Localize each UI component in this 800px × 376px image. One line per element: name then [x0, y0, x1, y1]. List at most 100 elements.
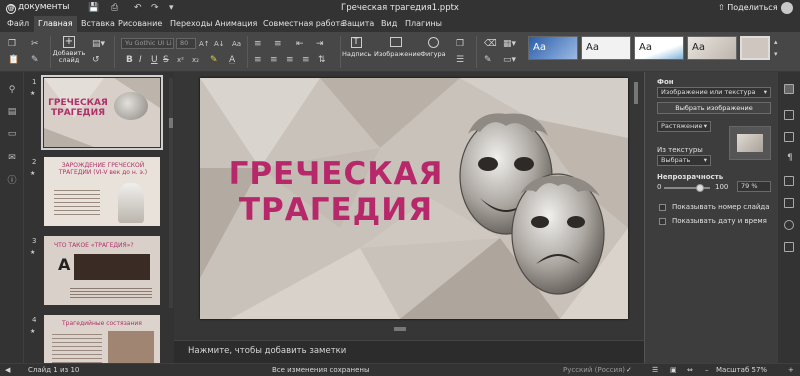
highlight-icon[interactable]: ✎ — [210, 55, 218, 65]
collapse-icon[interactable]: ◀ — [5, 366, 10, 374]
menu-draw[interactable]: Рисование — [114, 16, 166, 32]
theme-thumbnail-3[interactable]: Aa — [634, 36, 684, 60]
slide-title[interactable]: ГРЕЧЕСКАЯ ТРАГЕДИЯ — [218, 156, 454, 228]
align-center-icon[interactable]: ≡ — [270, 55, 278, 65]
slide-thumbnail-2[interactable]: ЗАРОЖДЕНИЕ ГРЕЧЕСКОЙ ТРАГЕДИИ (VI-V век … — [44, 157, 160, 226]
copy-style-icon[interactable]: ✎ — [484, 55, 492, 65]
vertical-align-icon[interactable]: ⇅ — [318, 55, 326, 65]
table-settings-icon[interactable] — [784, 176, 794, 186]
canvas-vertical-scrollbar[interactable] — [634, 82, 638, 320]
theatre-masks-image[interactable] — [448, 106, 618, 306]
align-shapes-icon[interactable]: ☰ — [456, 55, 464, 65]
paragraph-icon[interactable]: ¶ — [784, 152, 796, 164]
decrease-indent-icon[interactable]: ⇤ — [296, 39, 304, 49]
slide-thumbnail-4[interactable]: Трагедийные состязания — [44, 315, 160, 363]
font-name-select[interactable]: Yu Gothic UI Li — [121, 38, 174, 49]
user-avatar[interactable] — [781, 2, 793, 14]
increase-font-icon[interactable]: A↑ — [199, 39, 210, 49]
menu-view[interactable]: Вид — [377, 16, 401, 32]
menu-plugins[interactable]: Плагины — [401, 16, 446, 32]
cut-icon[interactable]: ✂ — [31, 39, 39, 49]
menu-home[interactable]: Главная — [34, 16, 77, 32]
align-right-icon[interactable]: ≡ — [286, 55, 294, 65]
menu-insert[interactable]: Вставка — [77, 16, 119, 32]
arrange-icon[interactable]: ❐ — [456, 39, 464, 49]
language-select[interactable]: Русский (Россия) — [563, 366, 625, 374]
slide-settings-icon[interactable] — [784, 84, 794, 94]
superscript-icon[interactable]: x² — [177, 55, 184, 65]
strikethrough-icon[interactable]: S — [163, 55, 169, 65]
fit-slide-icon[interactable]: ▣ — [670, 366, 677, 374]
menu-protection[interactable]: Защита — [338, 16, 378, 32]
bullets-icon[interactable]: ≡ — [254, 39, 262, 49]
font-size-select[interactable]: 80 — [176, 38, 196, 49]
scroll-thumb[interactable] — [394, 327, 406, 331]
signature-icon[interactable] — [784, 242, 794, 252]
shape-settings-icon[interactable] — [784, 110, 794, 120]
font-color-icon[interactable]: A — [229, 55, 235, 65]
spellcheck-icon[interactable]: ✓ — [626, 366, 632, 374]
chart-settings-icon[interactable] — [784, 198, 794, 208]
theme-thumbnail-5[interactable] — [740, 36, 770, 60]
show-date-time-checkbox[interactable] — [659, 218, 666, 225]
fill-type-select[interactable]: Изображение или текстура ▾ — [657, 87, 771, 98]
texture-select[interactable]: Выбрать ▾ — [657, 155, 711, 166]
theme-thumbnail-4[interactable]: Aa — [687, 36, 737, 60]
increase-indent-icon[interactable]: ⇥ — [316, 39, 324, 49]
color-scheme-icon[interactable]: ▦▾ — [503, 39, 516, 49]
stretch-select[interactable]: Растяжение ▾ — [657, 121, 711, 132]
image-settings-icon[interactable] — [784, 132, 794, 142]
fit-width-icon[interactable]: ⇔ — [687, 366, 693, 374]
menu-animation[interactable]: Анимация — [211, 16, 261, 32]
notes-area[interactable]: Нажмите, чтобы добавить заметки — [174, 340, 644, 363]
caption-button[interactable]: T Надпись — [342, 37, 371, 58]
textart-settings-icon[interactable] — [784, 220, 794, 230]
paste-icon[interactable]: 📋 — [8, 55, 19, 65]
subscript-icon[interactable]: x₂ — [192, 55, 199, 65]
zoom-out-icon[interactable]: – — [705, 366, 709, 374]
theme-thumbnail-2[interactable]: Aa — [581, 36, 631, 60]
image-button[interactable]: Изображение — [374, 37, 421, 58]
opacity-input[interactable]: 79 % — [737, 181, 771, 192]
change-case-icon[interactable]: Aa — [232, 39, 241, 49]
opacity-slider-handle[interactable] — [696, 184, 705, 192]
language-icon[interactable]: ☰ — [652, 366, 658, 374]
slide-size-icon[interactable]: ▭▾ — [503, 55, 516, 65]
clear-style-icon[interactable]: ⌫ — [484, 39, 497, 49]
align-justify-icon[interactable]: ≡ — [302, 55, 310, 65]
underline-icon[interactable]: U — [151, 55, 158, 65]
show-slide-number-checkbox[interactable] — [659, 204, 666, 211]
shape-button[interactable]: Фигура — [420, 37, 446, 58]
menu-transitions[interactable]: Переходы — [166, 16, 216, 32]
menu-file[interactable]: Файл — [3, 16, 33, 32]
menu-collaboration[interactable]: Совместная работа — [259, 16, 349, 32]
reset-slide-icon[interactable]: ↺ — [92, 55, 100, 65]
format-painter-icon[interactable]: ✎ — [31, 55, 39, 65]
italic-icon[interactable]: I — [139, 55, 142, 65]
bold-icon[interactable]: B — [126, 55, 133, 65]
share-button[interactable]: ⇧ Поделиться — [718, 3, 778, 12]
numbering-icon[interactable]: ≡ — [274, 39, 282, 49]
theme-thumbnail-1[interactable]: Aa — [528, 36, 578, 60]
comments-icon[interactable]: ▭ — [6, 128, 18, 140]
slide-thumbnail-1[interactable]: ГРЕЧЕСКАЯ ТРАГЕДИЯ — [41, 75, 163, 150]
thumbnails-scrollbar[interactable] — [169, 78, 173, 308]
canvas-horizontal-scrollbar[interactable] — [200, 326, 628, 332]
chevron-down-icon[interactable]: ▾ — [774, 49, 778, 59]
zoom-in-icon[interactable]: + — [788, 366, 794, 374]
info-icon[interactable]: ⓘ — [6, 175, 18, 187]
slide-editor[interactable]: ГРЕЧЕСКАЯ ТРАГЕДИЯ — [200, 78, 628, 319]
layout-icon[interactable]: ▤▾ — [92, 39, 105, 49]
slides-icon[interactable]: ▤ — [6, 106, 18, 118]
search-icon[interactable]: ⚲ — [6, 84, 18, 96]
opacity-slider[interactable] — [664, 184, 710, 192]
chevron-up-icon[interactable]: ▴ — [774, 37, 778, 47]
add-slide-button[interactable]: + Добавить слайд — [52, 36, 86, 64]
chat-icon[interactable]: ✉ — [6, 152, 18, 164]
choose-image-button[interactable]: Выбрать изображение — [657, 102, 771, 114]
scroll-thumb[interactable] — [169, 118, 173, 128]
slide-thumbnail-3[interactable]: ЧТО ТАКОЕ «ТРАГЕДИЯ»? A — [44, 236, 160, 305]
copy-icon[interactable]: ❐ — [8, 39, 16, 49]
scroll-thumb[interactable] — [634, 82, 638, 104]
align-left-icon[interactable]: ≡ — [254, 55, 262, 65]
